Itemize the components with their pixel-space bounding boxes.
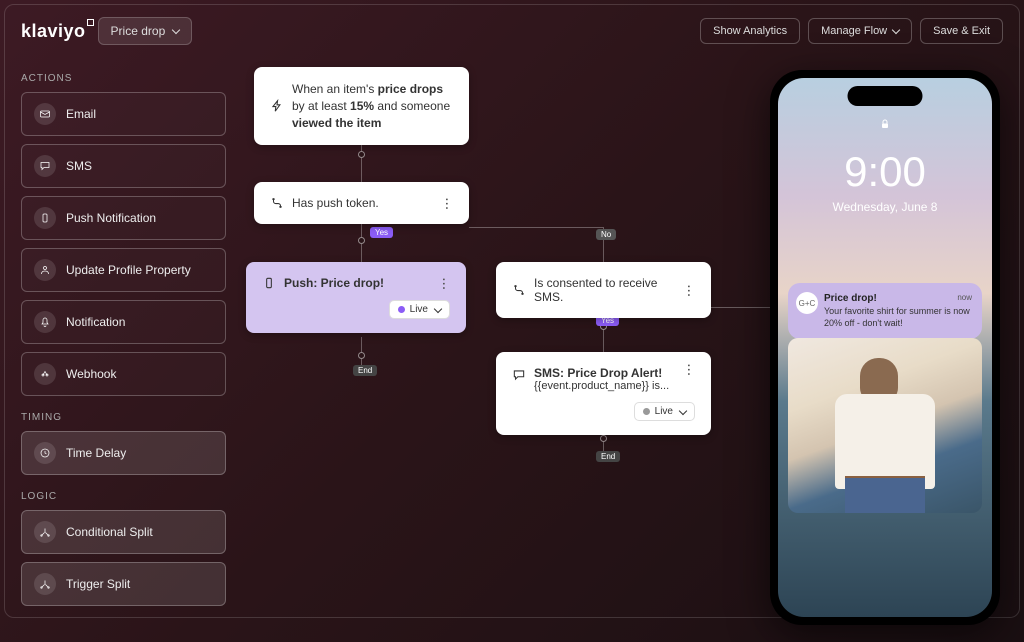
- action-label: Time Delay: [66, 446, 126, 460]
- connector-dot: [600, 435, 607, 442]
- push-label: Push: Price drop!: [284, 276, 384, 290]
- lock-icon: [879, 118, 891, 133]
- yes-badge: Yes: [370, 227, 393, 238]
- action-push[interactable]: Push Notification: [21, 196, 226, 240]
- connector-dot: [358, 352, 365, 359]
- action-label: Email: [66, 107, 96, 121]
- notification-time: now: [957, 293, 972, 302]
- trigger-text: When an item's price drops by at least 1…: [292, 81, 453, 131]
- phone-preview: 9:00 Wednesday, June 8 G+C Price drop! n…: [770, 70, 1000, 625]
- chevron-down-icon: [679, 406, 687, 414]
- notification-title: Price drop!: [824, 293, 972, 304]
- trigger-split-icon: [34, 573, 56, 595]
- action-label: Push Notification: [66, 211, 156, 225]
- phone-icon: [262, 276, 276, 290]
- connector: [711, 307, 771, 308]
- action-webhook[interactable]: Webhook: [21, 352, 226, 396]
- status-label: Live: [410, 304, 428, 315]
- section-timing-title: TIMING: [21, 412, 226, 423]
- split-icon: [34, 521, 56, 543]
- push-node[interactable]: Push: Price drop! ··· Live: [246, 262, 466, 333]
- sms-send-node[interactable]: SMS: Price Drop Alert! {{event.product_n…: [496, 352, 711, 435]
- check-label: Has push token.: [292, 196, 379, 210]
- sms-icon: [34, 155, 56, 177]
- action-notification[interactable]: Notification: [21, 300, 226, 344]
- sidebar: ACTIONS Email SMS Push Notification Upda…: [21, 57, 226, 609]
- section-actions-title: ACTIONS: [21, 73, 226, 84]
- action-label: Conditional Split: [66, 525, 153, 539]
- more-menu[interactable]: ···: [685, 284, 691, 297]
- sms-consent-node[interactable]: Is consented to receive SMS. ···: [496, 262, 711, 318]
- lightning-icon: [270, 99, 284, 113]
- end-badge: End: [596, 451, 620, 462]
- action-label: Notification: [66, 315, 125, 329]
- more-menu[interactable]: ···: [443, 197, 449, 210]
- bell-icon: [34, 311, 56, 333]
- status-label: Live: [655, 406, 673, 417]
- chevron-down-icon: [172, 26, 180, 34]
- brand-logo: klaviyo: [21, 21, 86, 42]
- chevron-down-icon: [434, 304, 442, 312]
- action-time-delay[interactable]: Time Delay: [21, 431, 226, 475]
- connector: [469, 227, 603, 228]
- action-sms[interactable]: SMS: [21, 144, 226, 188]
- action-email[interactable]: Email: [21, 92, 226, 136]
- action-conditional-split[interactable]: Conditional Split: [21, 510, 226, 554]
- check-push-token-node[interactable]: Has push token. ···: [254, 182, 469, 224]
- connector-dot: [358, 237, 365, 244]
- connector-dot: [358, 151, 365, 158]
- status-selector[interactable]: Live: [634, 402, 695, 421]
- push-icon: [34, 207, 56, 229]
- status-dot-icon: [398, 306, 405, 313]
- email-icon: [34, 103, 56, 125]
- branch-icon: [270, 196, 284, 210]
- manage-flow-label: Manage Flow: [821, 25, 887, 37]
- clock-icon: [34, 442, 56, 464]
- section-logic-title: LOGIC: [21, 491, 226, 502]
- manage-flow-button[interactable]: Manage Flow: [808, 18, 912, 44]
- header-actions: Show Analytics Manage Flow Save & Exit: [700, 18, 1003, 44]
- status-selector[interactable]: Live: [389, 300, 450, 319]
- flow-name: Price drop: [111, 24, 166, 38]
- action-update-profile[interactable]: Update Profile Property: [21, 248, 226, 292]
- webhook-icon: [34, 363, 56, 385]
- phone-time: 9:00: [778, 148, 992, 196]
- status-dot-icon: [643, 408, 650, 415]
- phone-wallpaper-image: [788, 338, 982, 513]
- sms-title: SMS: Price Drop Alert!: [534, 366, 669, 380]
- phone-notch: [848, 86, 923, 106]
- more-menu[interactable]: ···: [685, 363, 691, 376]
- action-label: Trigger Split: [66, 577, 130, 591]
- chevron-down-icon: [892, 26, 900, 34]
- profile-icon: [34, 259, 56, 281]
- flow-selector[interactable]: Price drop: [98, 17, 193, 45]
- save-exit-button[interactable]: Save & Exit: [920, 18, 1003, 44]
- show-analytics-button[interactable]: Show Analytics: [700, 18, 800, 44]
- sms-check-label: Is consented to receive SMS.: [534, 276, 682, 304]
- trigger-node[interactable]: When an item's price drops by at least 1…: [254, 67, 469, 145]
- notification-body: Your favorite shirt for summer is now 20…: [824, 306, 972, 329]
- header: klaviyo Price drop Show Analytics Manage…: [5, 5, 1019, 57]
- chat-icon: [512, 368, 526, 382]
- action-label: Webhook: [66, 367, 116, 381]
- action-label: Update Profile Property: [66, 263, 191, 277]
- no-badge: No: [596, 229, 616, 240]
- phone-date: Wednesday, June 8: [778, 200, 992, 214]
- sms-body: {{event.product_name}} is...: [534, 380, 669, 392]
- notification-avatar: G+C: [796, 292, 818, 314]
- phone-screen: 9:00 Wednesday, June 8 G+C Price drop! n…: [778, 78, 992, 617]
- action-trigger-split[interactable]: Trigger Split: [21, 562, 226, 606]
- phone-notification: G+C Price drop! now Your favorite shirt …: [788, 283, 982, 339]
- branch-icon: [512, 283, 526, 297]
- end-badge: End: [353, 365, 377, 376]
- more-menu[interactable]: ···: [440, 277, 446, 290]
- action-label: SMS: [66, 159, 92, 173]
